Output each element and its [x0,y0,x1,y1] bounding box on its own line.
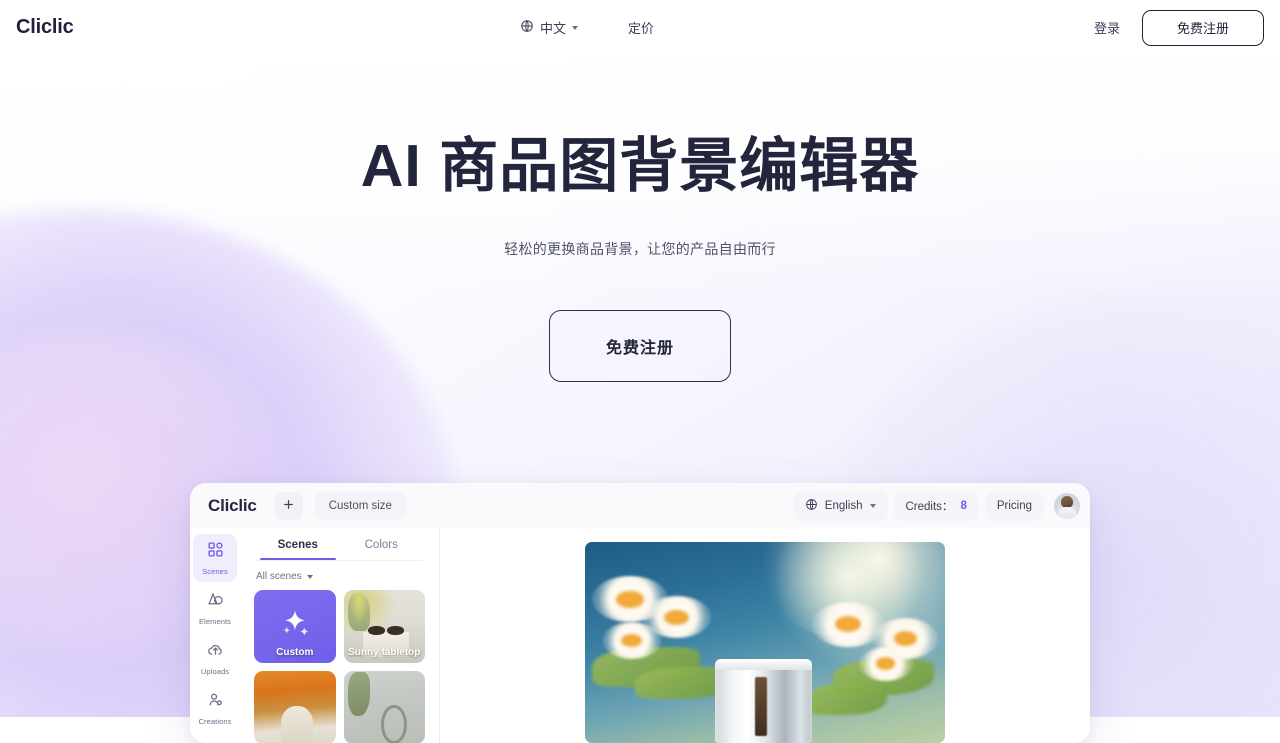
app-pricing-button[interactable]: Pricing [984,490,1044,521]
scene-thumb-autumn[interactable] [254,671,336,743]
scene-thumb-label: Sunny tabletop [348,647,421,658]
scene-thumb-label [254,735,336,743]
thumb-plant-decor [348,592,370,631]
thumb-sunglasses-decor [367,625,404,636]
user-icon [207,691,224,713]
credits-value: 8 [960,499,967,512]
avatar[interactable] [1054,492,1080,519]
flower-decor [858,646,913,681]
scene-thumb-label [344,735,426,743]
nav-right-actions: 登录 免费注册 [1094,9,1264,46]
site-logo[interactable]: Cliclic [16,16,74,39]
chevron-down-icon [572,25,579,30]
product-can [714,658,812,743]
plus-icon [282,498,295,514]
scene-thumbnail-grid: Custom Sunny tabletop [250,590,429,743]
sidebar-item-label: Scenes [202,567,228,576]
page-title: AI 商品图背景编辑器 [360,133,920,199]
sidebar-item-label: Uploads [200,667,230,676]
tab-colors[interactable]: Colors [340,528,424,560]
flower-decor [603,622,661,659]
scene-thumb-label: Custom [276,647,314,658]
app-sidebar: Scenes Elements Uploads Creations [190,528,240,743]
app-logo[interactable]: Cliclic [208,496,257,516]
hero-subtitle: 轻松的更换商品背景，让您的产品自由而行 [504,241,776,258]
canvas-product-image[interactable] [585,542,945,743]
hero-signup-button[interactable]: 免费注册 [549,310,731,383]
app-toolbar-right: English Credits： 8 Pricing [792,490,1080,521]
custom-size-button[interactable]: Custom size [314,491,406,520]
globe-icon [805,498,818,514]
scenes-filter-dropdown[interactable]: All scenes [250,561,429,590]
nav-pricing-link[interactable]: 定价 [628,18,654,37]
scene-thumb-gray[interactable] [343,671,426,743]
scene-thumb-sunny-tabletop[interactable]: Sunny tabletop [343,590,425,663]
shapes-icon [207,591,224,613]
panel-tabs: Scenes Colors [250,528,429,560]
signup-button-nav[interactable]: 免费注册 [1142,9,1264,46]
top-navigation-bar: Cliclic 中文 定价 登录 免费注册 [0,0,1280,55]
sidebar-item-elements[interactable]: Elements [193,584,237,632]
sparkle-icon [278,607,312,646]
add-new-button[interactable] [274,491,303,520]
nav-center-links: 中文 定价 [520,18,654,37]
app-body: Scenes Elements Uploads Creations Scenes… [190,528,1090,743]
app-language-label: English [824,499,863,512]
tab-scenes[interactable]: Scenes [256,528,340,560]
canvas-area [440,528,1090,743]
language-selector[interactable]: 中文 [520,18,579,37]
globe-icon [520,19,534,36]
upload-icon [207,641,224,663]
sidebar-item-uploads[interactable]: Uploads [193,634,237,682]
credits-display[interactable]: Credits： 8 [893,490,979,521]
chevron-down-icon [306,574,313,579]
app-toolbar: Cliclic Custom size English Credits： 8 P… [190,483,1090,528]
login-link[interactable]: 登录 [1094,18,1120,37]
scene-thumb-custom[interactable]: Custom [254,590,336,663]
app-preview-card: Cliclic Custom size English Credits： 8 P… [190,483,1090,743]
sidebar-item-label: Elements [198,617,232,626]
hero-section: AI 商品图背景编辑器 轻松的更换商品背景，让您的产品自由而行 免费注册 [0,55,1280,383]
sidebar-item-scenes[interactable]: Scenes [193,534,237,582]
sidebar-item-label: Creations [198,717,232,726]
scenes-filter-label: All scenes [256,571,302,582]
app-language-selector[interactable]: English [792,490,888,521]
credits-label: Credits： [905,500,954,513]
grid-icon [207,541,224,563]
chevron-down-icon [869,503,876,508]
scenes-panel: Scenes Colors All scenes Custom Sunny ta… [240,528,440,743]
leaf-decor [808,682,888,715]
sidebar-item-creations[interactable]: Creations [193,684,237,732]
language-label: 中文 [540,21,567,36]
